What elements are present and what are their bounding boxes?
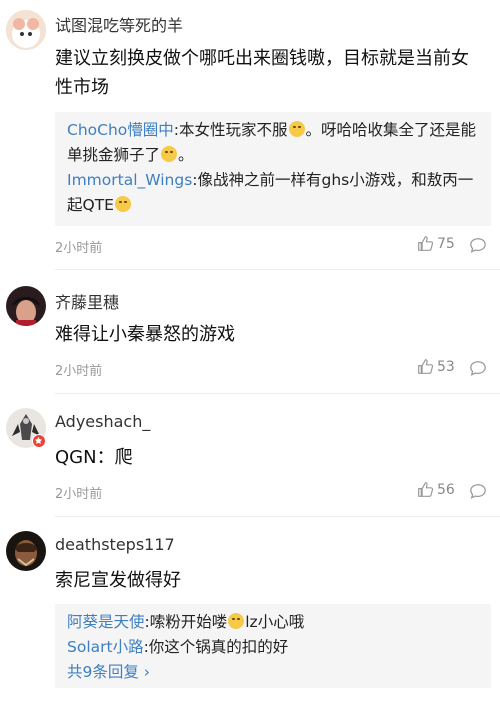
reply-item[interactable]: Immortal_Wings:像战神之前一样有ghs小游戏，和敖丙一起QTE <box>67 168 479 218</box>
username[interactable]: 试图混吃等死的羊 <box>55 12 183 36</box>
like-button[interactable]: 56 <box>417 481 455 498</box>
timestamp: 2小时前 <box>55 487 103 502</box>
comment-text: 建议立刻换皮做个哪吒出来圈钱嗷，目标就是当前女性市场 <box>55 48 469 98</box>
divider <box>55 269 500 270</box>
username[interactable]: Adyeshach_ <box>55 412 150 431</box>
divider <box>55 516 500 517</box>
reply-text: 。 <box>178 146 194 164</box>
emoji-icon <box>288 121 305 137</box>
reply-author[interactable]: ChoCho懵圈中 <box>67 121 174 139</box>
avatar[interactable] <box>6 286 46 326</box>
view-more-replies-link[interactable]: 共9条回复 › <box>67 660 479 685</box>
reply-text: :嗦粉开始喽 <box>144 613 228 631</box>
emoji-icon <box>114 196 131 212</box>
emoji-icon <box>161 146 178 162</box>
comment-text: 索尼宣发做得好 <box>55 570 181 591</box>
thumbs-up-icon <box>418 359 434 374</box>
like-count: 53 <box>437 358 455 375</box>
reply-item[interactable]: ChoCho懵圈中:本女性玩家不服 。呀哈哈收集全了还是能单挑金狮子了。 <box>67 118 479 168</box>
reply-text: :你这个锅真的扣的好 <box>143 638 289 656</box>
like-count: 75 <box>437 235 455 252</box>
comment-text: QGN：爬 <box>55 447 133 468</box>
reply-author[interactable]: 阿葵是天使 <box>67 613 145 631</box>
timestamp: 2小时前 <box>55 364 103 379</box>
reply-preview[interactable]: 阿葵是天使:嗦粉开始喽 lz小心哦 Solart小路:你这个锅真的扣的好 共9条回… <box>55 604 491 688</box>
reply-bubble-icon[interactable] <box>469 482 487 500</box>
thumbs-up-icon <box>418 236 434 251</box>
reply-author[interactable]: Solart小路 <box>67 638 144 656</box>
like-button[interactable]: 75 <box>417 235 455 252</box>
divider <box>55 393 500 394</box>
comment-text: 难得让小秦暴怒的游戏 <box>55 324 235 345</box>
username[interactable]: deathsteps117 <box>55 535 175 554</box>
reply-bubble-icon[interactable] <box>469 359 487 377</box>
like-count: 56 <box>437 481 455 498</box>
reply-bubble-icon[interactable] <box>469 236 487 254</box>
thumbs-up-icon <box>418 482 434 497</box>
reply-preview[interactable]: ChoCho懵圈中:本女性玩家不服 。呀哈哈收集全了还是能单挑金狮子了。 Immo… <box>55 112 491 226</box>
reply-text: :本女性玩家不服 <box>173 121 288 139</box>
emoji-icon <box>228 613 245 629</box>
verified-badge-icon <box>32 434 46 448</box>
reply-item[interactable]: 阿葵是天使:嗦粉开始喽 lz小心哦 <box>67 610 479 635</box>
like-button[interactable]: 53 <box>417 358 455 375</box>
timestamp: 2小时前 <box>55 241 103 256</box>
avatar[interactable] <box>6 10 46 50</box>
reply-item[interactable]: Solart小路:你这个锅真的扣的好 <box>67 635 479 660</box>
avatar[interactable] <box>6 531 46 571</box>
username[interactable]: 齐藤里穗 <box>55 289 119 313</box>
reply-text: lz小心哦 <box>245 613 305 631</box>
reply-author[interactable]: Immortal_Wings <box>67 171 192 189</box>
